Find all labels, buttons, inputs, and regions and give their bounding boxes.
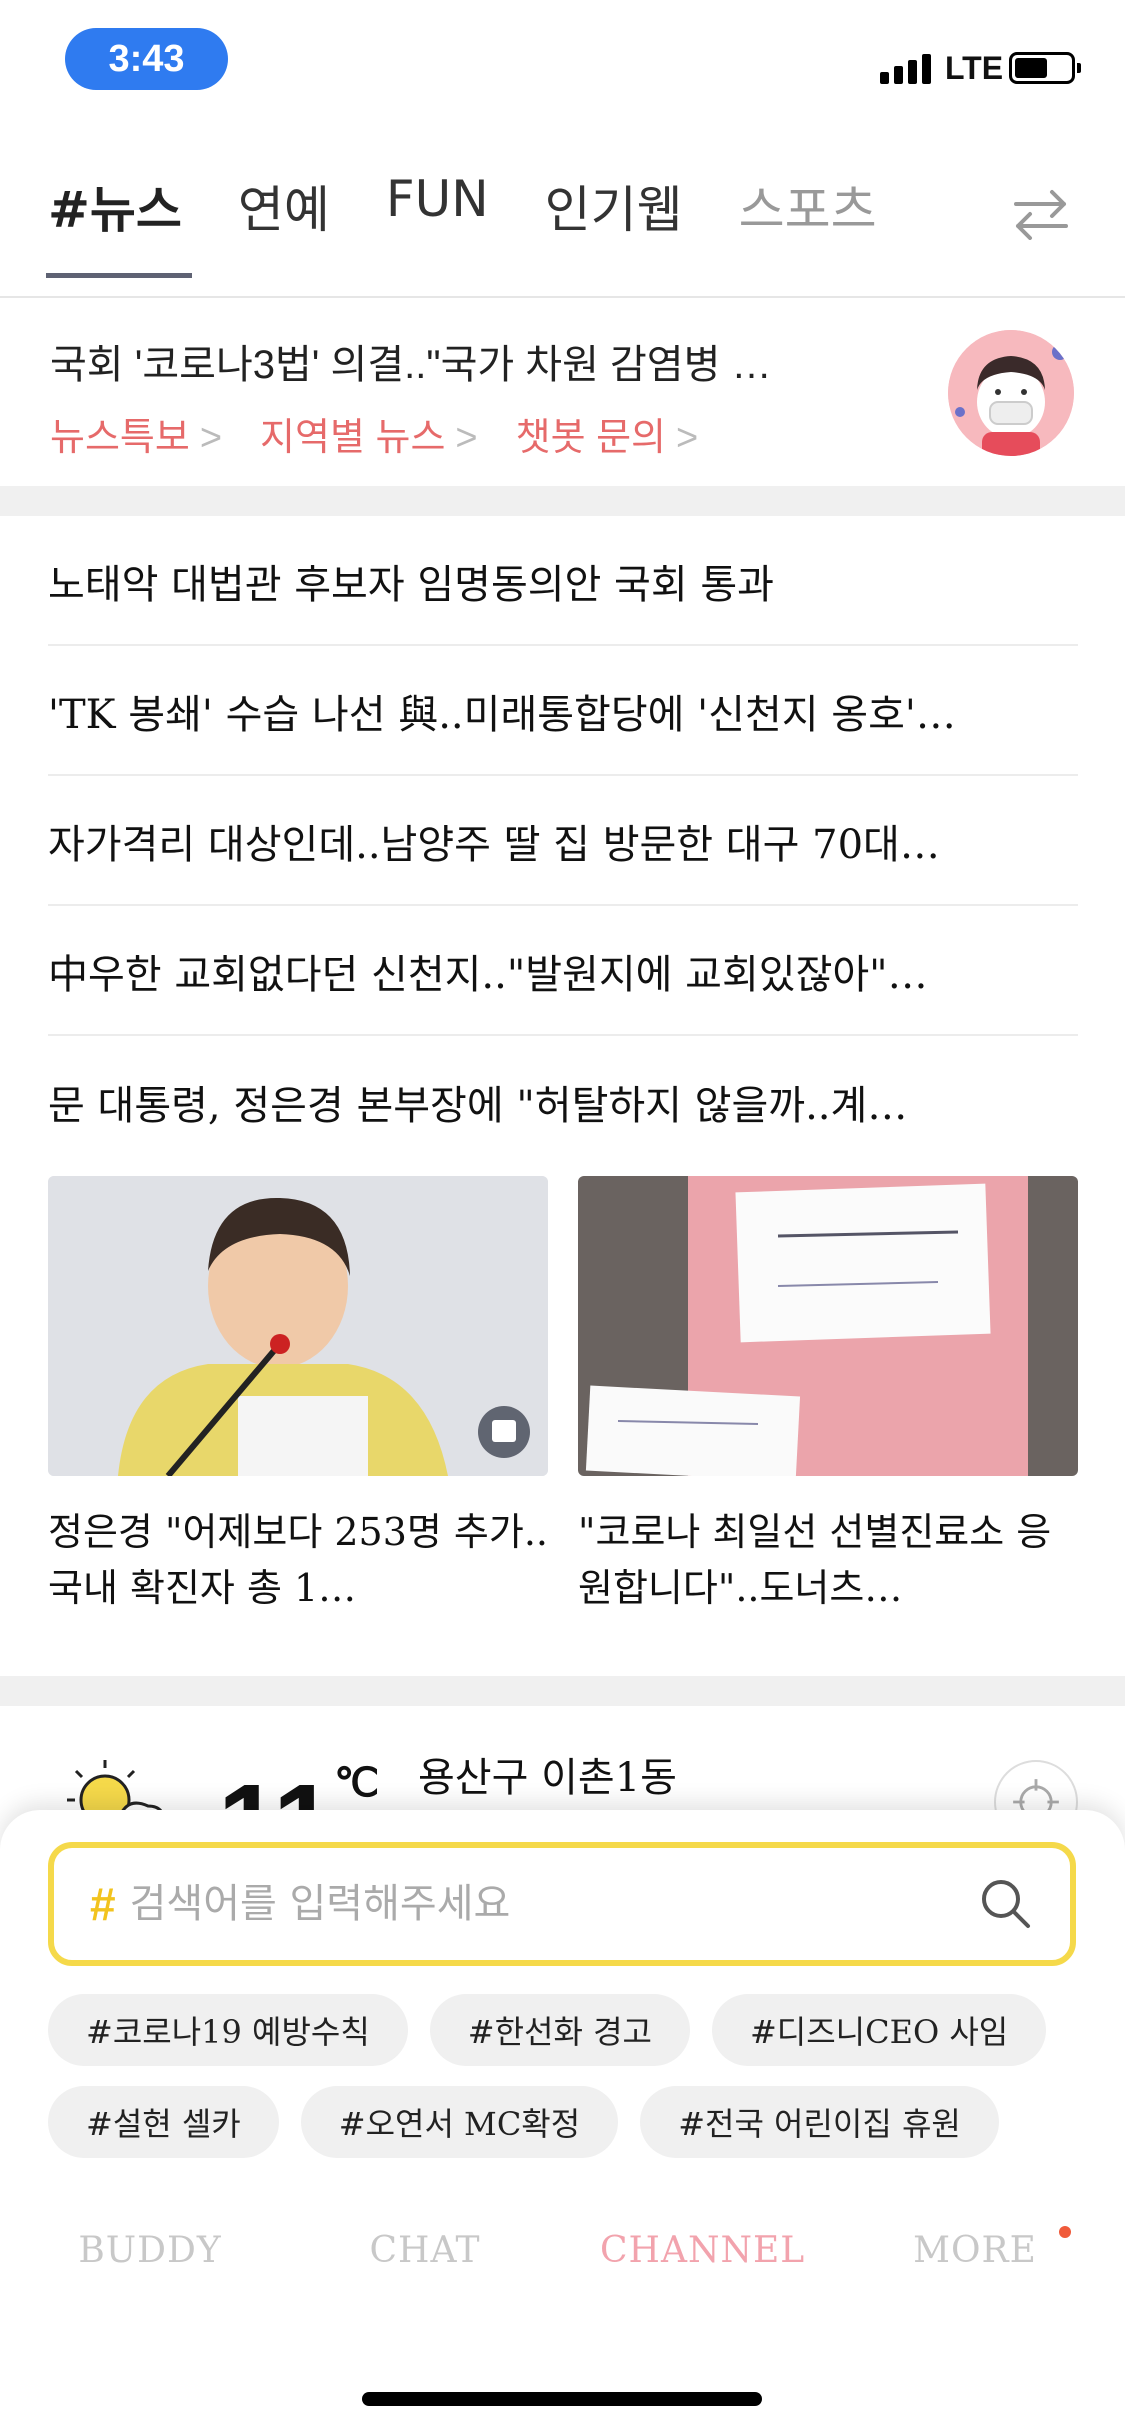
mask-mascot-icon[interactable] bbox=[948, 330, 1074, 456]
tag-chip[interactable]: #설현 셀카 bbox=[48, 2086, 279, 2158]
card-caption: "코로나 최일선 선별진료소 응원합니다"..도너츠… bbox=[578, 1510, 1052, 1610]
tag-chip[interactable]: #디즈니CEO 사임 bbox=[711, 1994, 1047, 2066]
list-item[interactable]: 노태악 대법관 후보자 임명동의안 국회 통과 bbox=[48, 518, 1078, 646]
list-item[interactable]: 자가격리 대상인데..남양주 딸 집 방문한 대구 70대… bbox=[48, 778, 1078, 906]
home-indicator[interactable] bbox=[362, 2392, 762, 2406]
link-regional-news[interactable]: 지역별 뉴스 > bbox=[260, 406, 478, 461]
tab-news[interactable]: #뉴스 bbox=[46, 170, 192, 278]
top-headline[interactable]: 국회 '코로나3법' 의결.."국가 차원 감염병 … bbox=[50, 332, 850, 390]
search-icon[interactable] bbox=[976, 1874, 1036, 1934]
tab-entertainment[interactable]: 연예 bbox=[238, 170, 330, 272]
swap-icon[interactable] bbox=[1010, 188, 1072, 240]
search-input[interactable] bbox=[129, 1881, 950, 1927]
list-item[interactable]: 中우한 교회없다던 신천지.."발원지에 교회있잖아"… bbox=[48, 908, 1078, 1036]
tag-chip[interactable]: #한선화 경고 bbox=[429, 1994, 690, 2066]
section-gap bbox=[0, 1676, 1125, 1706]
tab-divider bbox=[0, 296, 1125, 298]
list-item[interactable]: 문 대통령, 정은경 본부장에 "허탈하지 않을까..계… bbox=[48, 1038, 1078, 1166]
notification-dot bbox=[1059, 2226, 1071, 2238]
news-card[interactable]: 정은경 "어제보다 253명 추가..국내 확진자 총 1… bbox=[48, 1176, 548, 1616]
donut-box-photo bbox=[578, 1176, 1078, 1476]
list-item[interactable]: 'TK 봉쇄' 수습 나선 與..미래통합당에 '신천지 옹호'… bbox=[48, 648, 1078, 776]
nav-buddy[interactable]: BUDDY bbox=[50, 2230, 250, 2271]
hash-icon: # bbox=[90, 1878, 116, 1930]
status-time: 3:43 bbox=[65, 28, 228, 90]
weather-widget[interactable]: 11℃ 용산구 이촌1동 bbox=[0, 1705, 1125, 1885]
status-bar: 3:43 LTE bbox=[0, 0, 1125, 120]
weather-location: 용산구 이촌1동 bbox=[418, 1755, 677, 1801]
card-thumbnail bbox=[578, 1176, 1078, 1476]
headline-links: 뉴스특보 > 지역별 뉴스 > 챗봇 문의 > bbox=[50, 406, 698, 461]
link-chatbot-inquiry[interactable]: 챗봇 문의 > bbox=[516, 406, 699, 461]
nav-channel[interactable]: CHANNEL bbox=[600, 2230, 804, 2271]
tag-chip[interactable]: #전국 어린이집 휴원 bbox=[640, 2086, 999, 2158]
battery-icon bbox=[1009, 52, 1081, 84]
tab-popular-web[interactable]: 인기웹 bbox=[545, 170, 683, 272]
tag-chip[interactable]: #오연서 MC확정 bbox=[300, 2086, 619, 2158]
bottom-nav: BUDDY CHAT CHANNEL MORE bbox=[0, 2200, 1125, 2330]
tag-chip[interactable]: #코로나19 예방수칙 bbox=[48, 1994, 408, 2066]
card-thumbnail bbox=[48, 1176, 548, 1476]
network-label: LTE bbox=[945, 50, 1004, 86]
nav-more[interactable]: MORE bbox=[875, 2230, 1075, 2271]
card-caption: 정은경 "어제보다 253명 추가..국내 확진자 총 1… bbox=[48, 1510, 548, 1610]
briefing-photo bbox=[48, 1176, 548, 1476]
nav-chat[interactable]: CHAT bbox=[325, 2230, 525, 2271]
tab-sports[interactable]: 스포츠 bbox=[739, 170, 877, 272]
search-sheet: # #코로나19 예방수칙 #한선화 경고 #디즈니CEO 사임 #설현 셀카 … bbox=[0, 1810, 1125, 2436]
section-gap bbox=[0, 486, 1125, 516]
signal-icon bbox=[880, 52, 931, 84]
tab-fun[interactable]: FUN bbox=[386, 170, 489, 272]
link-news-special[interactable]: 뉴스특보 > bbox=[50, 406, 222, 461]
search-box[interactable]: # bbox=[48, 1842, 1076, 1966]
trending-tags: #코로나19 예방수칙 #한선화 경고 #디즈니CEO 사임 #설현 셀카 #오… bbox=[48, 1994, 1088, 2158]
news-card[interactable]: "코로나 최일선 선별진료소 응원합니다"..도너츠… bbox=[578, 1176, 1078, 1616]
channel-tabs: #뉴스 연예 FUN 인기웹 스포츠 bbox=[46, 170, 877, 278]
